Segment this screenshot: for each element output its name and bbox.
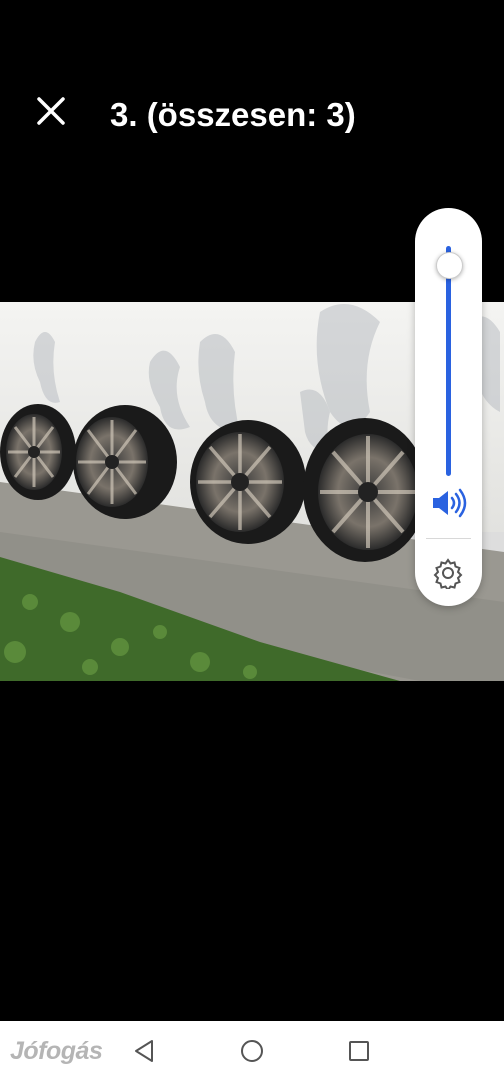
wheel bbox=[303, 418, 427, 562]
volume-slider-track[interactable] bbox=[446, 246, 451, 476]
panel-divider bbox=[426, 538, 471, 539]
viewer-background bbox=[0, 681, 504, 1021]
image-counter-title: 3. (összesen: 3) bbox=[110, 96, 356, 133]
volume-panel bbox=[415, 208, 482, 606]
home-circle-icon[interactable] bbox=[237, 1036, 267, 1066]
gear-icon[interactable] bbox=[432, 557, 464, 589]
wheel bbox=[73, 405, 177, 519]
wheel bbox=[190, 420, 306, 544]
volume-slider-thumb[interactable] bbox=[436, 252, 463, 280]
volume-icon[interactable] bbox=[430, 488, 468, 518]
wheel bbox=[0, 404, 76, 500]
back-triangle-icon[interactable] bbox=[130, 1036, 160, 1066]
recent-square-icon[interactable] bbox=[344, 1036, 374, 1066]
close-button[interactable] bbox=[30, 90, 72, 132]
close-icon bbox=[37, 97, 65, 125]
watermark-logo: Jófogás bbox=[10, 1037, 103, 1065]
